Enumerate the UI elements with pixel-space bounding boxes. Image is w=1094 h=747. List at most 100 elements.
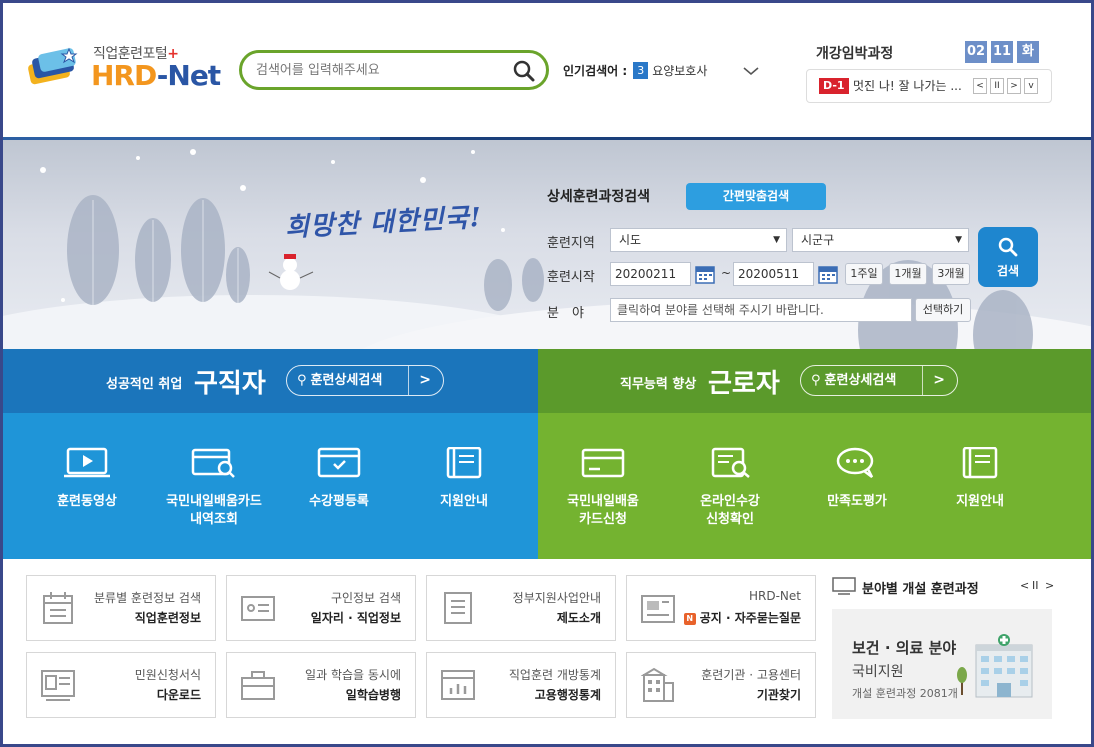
menu-label: 국민내일배움카드 내역조회 xyxy=(166,494,262,527)
card-title: 일학습병행 xyxy=(345,688,401,702)
card-title: 다운로드 xyxy=(156,688,201,702)
notebook-icon xyxy=(444,592,472,624)
field-name: 보건 · 의료 분야 xyxy=(852,639,957,657)
field-course-card[interactable]: 보건 · 의료 분야 국비지원 개설 훈련과정 2081개 xyxy=(832,609,1052,719)
chevron-right-icon: > xyxy=(933,372,945,388)
search-icon: ⚲ xyxy=(297,373,307,388)
menu-satisfaction-survey[interactable]: 만족도평가 xyxy=(792,447,922,511)
logo[interactable]: 직업훈련포털+ HRD-Net xyxy=(25,41,225,95)
card-title: 고용행정통계 xyxy=(534,688,601,702)
search-input[interactable] xyxy=(256,60,496,80)
quick-search-button[interactable]: 간편맞춤검색 xyxy=(686,183,826,210)
field-input[interactable]: 클릭하여 분야를 선택해 주시기 바랍니다. xyxy=(610,298,912,322)
detail-search-title: 상세훈련과정검색 xyxy=(547,189,651,205)
credit-card-icon xyxy=(581,448,625,478)
pause-icon[interactable]: II xyxy=(1032,579,1039,592)
pause-icon[interactable]: II xyxy=(990,78,1004,94)
building-icon xyxy=(641,667,674,702)
opening-ticker: D-1 멋진 나! 잘 나가는 ... < II > v xyxy=(806,69,1052,103)
card-caption: 민원신청서식 xyxy=(134,668,201,682)
field-select-button[interactable]: 선택하기 xyxy=(915,298,971,322)
popular-label: 인기검색어 : xyxy=(563,64,628,78)
card-system-intro[interactable]: 정부지원사업안내 제도소개 xyxy=(426,575,616,641)
card-form-download[interactable]: 민원신청서식 다운로드 xyxy=(26,652,216,718)
range-3month-button[interactable]: 3개월 xyxy=(932,263,970,285)
card-title: 일자리 · 직업정보 xyxy=(310,611,401,625)
menu-card-apply[interactable]: 국민내일배움 카드신청 xyxy=(538,447,668,529)
region-select[interactable]: 시도 ▼ xyxy=(610,228,787,252)
field-section-title: 분야별 개설 훈련과정 xyxy=(862,582,979,597)
chevron-down-icon[interactable] xyxy=(741,61,761,81)
date-from-input[interactable]: 20200211 xyxy=(610,262,691,286)
card-training-info[interactable]: 분류별 훈련정보 검색 직업훈련정보 xyxy=(26,575,216,641)
logo-mark-icon xyxy=(28,47,78,85)
popular-rank: 3 xyxy=(633,62,649,79)
dday-badge: D-1 xyxy=(819,78,849,94)
download-form-icon xyxy=(41,670,75,701)
prev-icon[interactable]: < xyxy=(973,78,987,94)
date-to-input[interactable]: 20200511 xyxy=(733,262,814,286)
menu-label: 만족도평가 xyxy=(827,494,887,509)
menu-course-review[interactable]: 수강평등록 xyxy=(274,447,404,511)
menu-training-video[interactable]: 훈련동영상 xyxy=(22,447,152,511)
card-work-study[interactable]: 일과 학습을 동시에 일학습병행 xyxy=(226,652,416,718)
calendar-icon xyxy=(43,592,73,624)
field-support: 국비지원 xyxy=(852,664,904,680)
menu-support-info-worker[interactable]: 지원안내 xyxy=(915,447,1045,511)
search-icon[interactable] xyxy=(512,59,536,83)
opening-title: 개강임박과정 xyxy=(816,46,894,62)
card-notice-faq[interactable]: HRD-Net N 공지 · 자주묻는질문 xyxy=(626,575,816,641)
menu-label: 지원안내 xyxy=(956,494,1004,509)
menu-label: 훈련동영상 xyxy=(57,494,117,509)
chevron-right-icon: > xyxy=(419,372,431,388)
card-title: 제도소개 xyxy=(556,611,601,625)
opening-course-link[interactable]: 멋진 나! 잘 나가는 ... xyxy=(853,77,967,94)
worker-detail-search-button[interactable]: ⚲ 훈련상세검색 > xyxy=(800,365,958,396)
menu-label: 지원안내 xyxy=(440,494,488,509)
card-caption: 훈련기관 · 고용센터 xyxy=(701,668,801,682)
start-label: 훈련시작 xyxy=(547,270,595,285)
card-caption: 구인정보 검색 xyxy=(330,591,401,605)
new-badge: N xyxy=(683,612,696,625)
card-statistics[interactable]: 직업훈련 개방통계 고용행정통계 xyxy=(426,652,616,718)
jobseeker-menu: 훈련동영상 국민내일배움카드 내역조회 수강평등록 지원안내 xyxy=(3,413,538,559)
card-title: 기관찾기 xyxy=(756,688,801,702)
menu-online-course-check[interactable]: 온라인수강 신청확인 xyxy=(665,447,795,529)
chevron-down-icon[interactable]: v xyxy=(1024,78,1038,94)
date-range-tilde: ~ xyxy=(721,266,732,280)
card-caption: HRD-Net xyxy=(749,589,801,603)
card-caption: 일과 학습을 동시에 xyxy=(305,668,401,682)
card-caption: 분류별 훈련정보 검색 xyxy=(94,591,201,605)
calendar-icon[interactable] xyxy=(694,263,716,285)
district-select[interactable]: 시군구 ▼ xyxy=(792,228,969,252)
opening-weekday: 화 xyxy=(1017,41,1039,63)
id-card-icon xyxy=(241,596,275,621)
card-title: 직업훈련정보 xyxy=(134,611,201,625)
worker-menu: 국민내일배움 카드신청 온라인수강 신청확인 만족도평가 지원안내 xyxy=(538,413,1091,559)
jobseeker-detail-search-button[interactable]: ⚲ 훈련상세검색 > xyxy=(286,365,444,396)
card-find-institution[interactable]: 훈련기관 · 고용센터 기관찾기 xyxy=(626,652,816,718)
range-1month-button[interactable]: 1개월 xyxy=(889,263,927,285)
next-icon[interactable]: > xyxy=(1007,78,1021,94)
card-job-info[interactable]: 구인정보 검색 일자리 · 직업정보 xyxy=(226,575,416,641)
hero-search-label: 검색 xyxy=(996,264,1020,278)
search-box xyxy=(239,50,549,90)
document-search-icon xyxy=(711,447,750,478)
calendar-icon[interactable] xyxy=(817,263,839,285)
jobseeker-header: 성공적인 취업 구직자 ⚲ 훈련상세검색 > xyxy=(3,349,538,413)
opening-month: 02 xyxy=(965,41,987,63)
hero-search-button[interactable]: 검색 xyxy=(978,227,1038,287)
popular-keyword-link[interactable]: 요양보호사 xyxy=(652,62,707,79)
menu-support-info-jobseeker[interactable]: 지원안내 xyxy=(399,447,529,511)
worker-header: 직무능력 향상 근로자 ⚲ 훈련상세검색 > xyxy=(538,349,1091,413)
worker-title: 근로자 xyxy=(708,369,780,399)
card-title: N 공지 · 자주묻는질문 xyxy=(683,609,801,626)
card-caption: 직업훈련 개방통계 xyxy=(508,668,601,682)
prev-icon[interactable]: < xyxy=(1020,579,1029,592)
region-label: 훈련지역 xyxy=(547,236,595,251)
next-icon[interactable]: > xyxy=(1045,579,1054,592)
site-header: 직업훈련포털+ HRD-Net 인기검색어 : 3 요양보호사 개강임박과정 0… xyxy=(3,3,1091,139)
range-1week-button[interactable]: 1주일 xyxy=(845,263,883,285)
menu-card-history[interactable]: 국민내일배움카드 내역조회 xyxy=(149,447,279,529)
menu-label: 국민내일배움 카드신청 xyxy=(567,494,639,527)
